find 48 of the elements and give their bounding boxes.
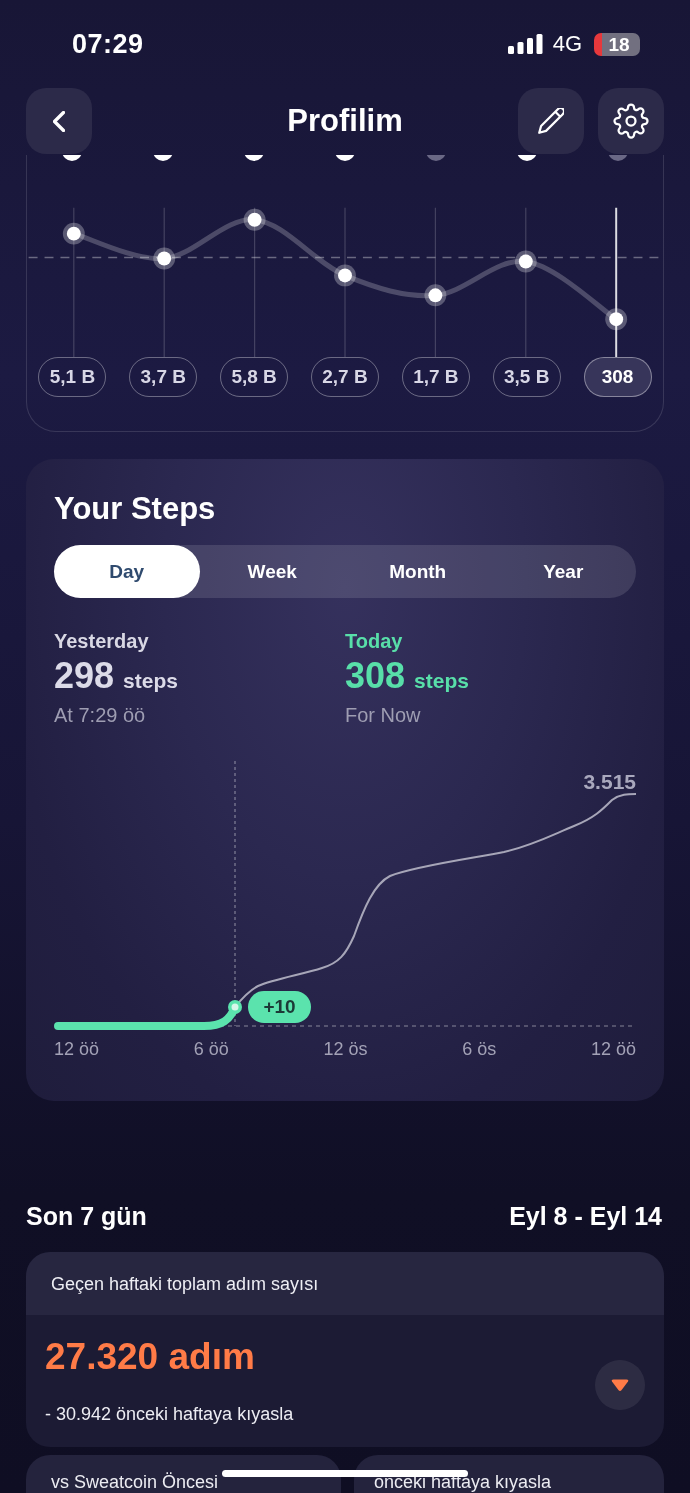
current-point-icon (228, 1000, 242, 1014)
step-unit: steps (123, 669, 178, 693)
period-tab[interactable]: Week (199, 545, 345, 598)
date-range: Eyl 8 - Eyl 14 (509, 1201, 662, 1231)
page-title: Profilim (287, 102, 403, 140)
time-axis-label: 6 öö (193, 1038, 229, 1061)
step-unit: steps (414, 669, 469, 693)
end-value-label: 3.515 (583, 770, 636, 794)
network-type: 4G (552, 31, 582, 57)
step-increase-badge: +10 (248, 991, 311, 1023)
time-axis-label: 12 ös (323, 1038, 368, 1061)
status-time: 07:29 (72, 28, 144, 60)
day-label: Today (345, 629, 403, 654)
day-total-pill[interactable]: 308 (583, 357, 652, 397)
weekly-total: 27.320 adım (45, 1336, 255, 1378)
pencil-icon (538, 108, 564, 134)
summary-heading: Geçen haftaki toplam adım sayısı (51, 1272, 319, 1296)
period-tab[interactable]: Month (345, 545, 491, 598)
time-note: At 7:29 öö (54, 703, 146, 728)
stat-card-heading: önceki haftaya kıyasla (374, 1472, 552, 1492)
period-tab[interactable]: Year (490, 545, 636, 598)
step-count: 298 (54, 656, 115, 696)
time-axis-label: 6 ös (462, 1038, 497, 1061)
step-count: 308 (345, 656, 406, 696)
time-axis-label: 12 öö (590, 1038, 636, 1061)
time-note: For Now (345, 703, 421, 728)
section-title: Son 7 gün (26, 1201, 147, 1231)
battery-indicator: 18 (594, 32, 640, 56)
data-point-icon (243, 208, 266, 231)
stat-card-heading: vs Sweatcoin Öncesi (51, 1472, 219, 1492)
time-axis-label: 12 öö (54, 1038, 100, 1061)
settings-icon (613, 103, 649, 139)
comparison-text: - 30.942 önceki haftaya kıyasla (45, 1403, 294, 1426)
stat-card[interactable]: vs Sweatcoin Öncesi (26, 1455, 341, 1493)
back-button[interactable] (26, 88, 92, 154)
day-label: Yesterday (54, 629, 149, 654)
data-point-icon (153, 247, 176, 270)
data-point-icon (62, 222, 85, 245)
chevron-left-icon (53, 110, 65, 132)
data-point-icon (514, 250, 537, 273)
data-point-icon (334, 264, 356, 287)
period-tab[interactable]: Day (54, 545, 200, 598)
signal-icon (507, 34, 543, 54)
settings-button[interactable] (598, 88, 664, 154)
card-title: Your Steps (54, 491, 217, 527)
edit-button[interactable] (518, 88, 584, 154)
data-point-icon (424, 284, 447, 307)
stat-card[interactable]: önceki haftaya kıyasla (354, 1455, 664, 1493)
